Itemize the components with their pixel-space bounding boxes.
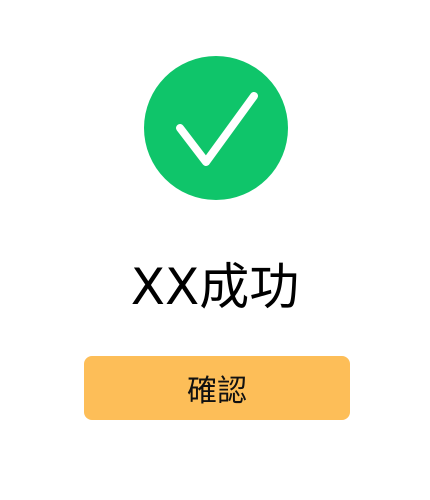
confirm-button-label: 確認 — [187, 374, 247, 409]
success-dialog: XX成功 確認 — [0, 0, 430, 500]
checkmark-circle-icon — [144, 56, 288, 200]
dialog-title: XX成功 — [130, 258, 300, 316]
confirm-button[interactable]: 確認 — [84, 356, 350, 420]
